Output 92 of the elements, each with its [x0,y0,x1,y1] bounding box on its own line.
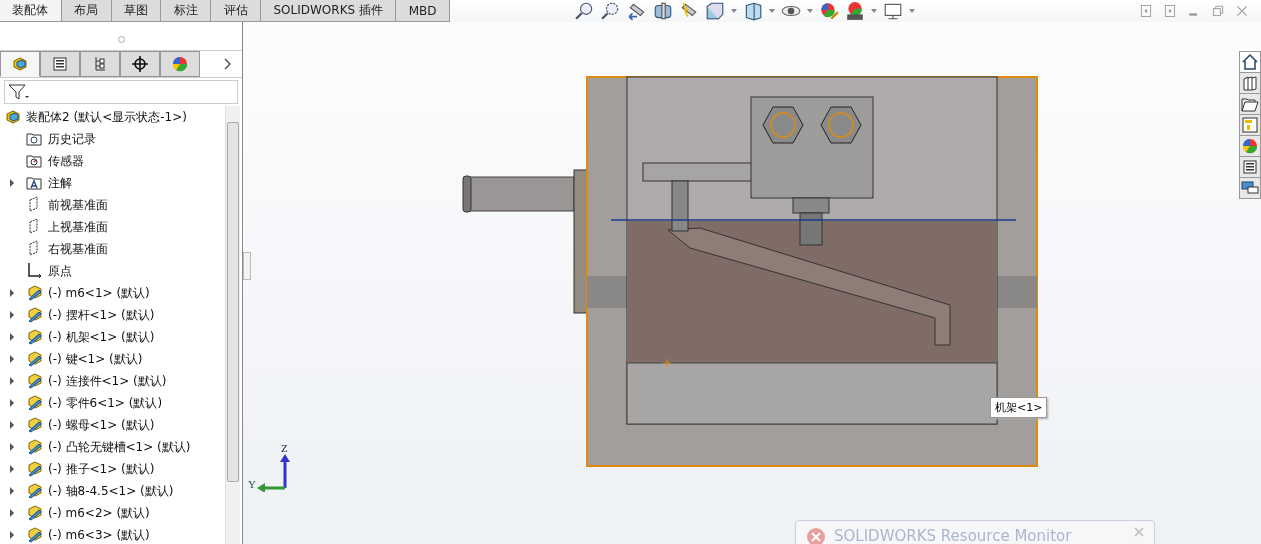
command-tab[interactable]: MBD [396,0,450,21]
command-tab[interactable]: 草图 [111,0,162,21]
tree-item[interactable]: (-) 机架<1> (默认) [0,326,225,348]
tree-item[interactable]: (-) m6<1> (默认) [0,282,225,304]
part-icon [26,350,44,368]
sensor-folder-icon [26,152,44,170]
expand-arrow-icon[interactable] [8,487,16,495]
tree-item[interactable]: (-) 螺母<1> (默认) [0,414,225,436]
command-tab[interactable]: 装配体 [0,0,62,21]
history-folder-icon [26,130,44,148]
part-icon [26,306,44,324]
property-list-icon[interactable] [40,51,80,77]
command-tab[interactable]: 标注 [161,0,212,21]
view-orientation-icon[interactable] [705,1,725,21]
view-settings-icon[interactable] [883,1,903,21]
dropdown-caret-icon[interactable] [909,9,915,13]
tree-item[interactable]: 原点 [0,260,225,282]
part-icon [26,372,44,390]
tree-item[interactable]: (-) 摆杆<1> (默认) [0,304,225,326]
tree-item[interactable]: 历史记录 [0,128,225,150]
tree-item[interactable]: (-) m6<2> (默认) [0,502,225,524]
expand-arrow-icon[interactable] [8,355,16,363]
command-tab[interactable]: SOLIDWORKS 插件 [261,0,397,21]
tree-item[interactable]: 上视基准面 [0,216,225,238]
part-icon [26,460,44,478]
tree-item[interactable]: 传感器 [0,150,225,172]
notification-title: SOLIDWORKS Resource Monitor [834,527,1072,544]
scrollbar[interactable] [225,106,240,544]
tree-item[interactable]: 前视基准面 [0,194,225,216]
custom-properties-icon[interactable] [1239,156,1261,178]
dropdown-caret-icon[interactable] [731,9,737,13]
zoom-to-fit-icon[interactable] [575,1,595,21]
view-palette-icon[interactable] [1239,114,1261,136]
tree-item[interactable]: 注解 [0,172,225,194]
part-icon [26,438,44,456]
part-icon [26,504,44,522]
expand-arrow-icon[interactable] [8,289,16,297]
tree-item[interactable]: 右视基准面 [0,238,225,260]
z-axis-label: Z [281,442,288,454]
expand-arrow-icon[interactable] [8,421,16,429]
command-tab[interactable]: 评估 [211,0,262,21]
expand-arrow-icon[interactable] [8,531,16,539]
part-icon [26,526,44,544]
tree-item[interactable]: (-) 连接件<1> (默认) [0,370,225,392]
part-icon [26,394,44,412]
expand-arrow-icon[interactable] [8,399,16,407]
y-axis-label: Y [248,478,256,490]
expand-arrow-icon[interactable] [8,377,16,385]
folder-icon[interactable] [1239,93,1261,115]
home-icon[interactable] [1239,51,1261,73]
tree-item[interactable]: (-) 键<1> (默认) [0,348,225,370]
part-icon [26,328,44,346]
edit-appearance-icon[interactable] [819,1,839,21]
crosshair-icon[interactable] [120,51,160,77]
annotation-folder-icon [26,174,44,192]
part-icon [26,284,44,302]
feature-tree-icon[interactable] [0,51,40,77]
tree-item[interactable]: (-) m6<3> (默认) [0,524,225,544]
library-books-icon[interactable] [1239,72,1261,94]
previous-view-icon[interactable] [627,1,647,21]
section-view-icon[interactable] [653,1,673,21]
close-icon[interactable] [1235,4,1249,18]
tooltip: 机架<1> [990,397,1048,418]
speech-bubbles-icon[interactable] [1239,177,1261,199]
panel-collapse-handle[interactable] [243,252,251,280]
expand-arrow-icon[interactable] [8,509,16,517]
axis-triad-icon [255,452,291,492]
command-tab[interactable]: 布局 [61,0,112,21]
dropdown-caret-icon[interactable] [769,9,775,13]
assembly-icon [4,108,22,126]
dock-right-icon[interactable] [1163,4,1177,18]
expand-arrow-icon[interactable] [8,179,16,187]
dock-left-icon[interactable] [1139,4,1153,18]
part-icon [26,416,44,434]
expand-arrow-icon[interactable] [8,333,16,341]
expand-arrow-icon[interactable] [8,443,16,451]
dropdown-caret-icon[interactable] [871,9,877,13]
tree-item[interactable]: (-) 轴8-4.5<1> (默认) [0,480,225,502]
expand-arrow-icon[interactable] [8,311,16,319]
tree-item[interactable]: (-) 推子<1> (默认) [0,458,225,480]
dropdown-caret-icon[interactable] [807,9,813,13]
expand-arrow-icon[interactable] [8,465,16,473]
zoom-to-area-icon[interactable] [601,1,621,21]
tree-item[interactable]: (-) 凸轮无键槽<1> (默认) [0,436,225,458]
apply-scene-icon[interactable] [845,1,865,21]
filter-icon[interactable] [8,83,30,101]
tree-root-item[interactable]: 装配体2 (默认<显示状态-1>) [0,106,225,128]
origin-icon [26,262,44,280]
display-style-icon[interactable] [743,1,763,21]
part-icon [26,482,44,500]
filter-field[interactable] [4,80,238,104]
tree-item[interactable]: (-) 零件6<1> (默认) [0,392,225,414]
